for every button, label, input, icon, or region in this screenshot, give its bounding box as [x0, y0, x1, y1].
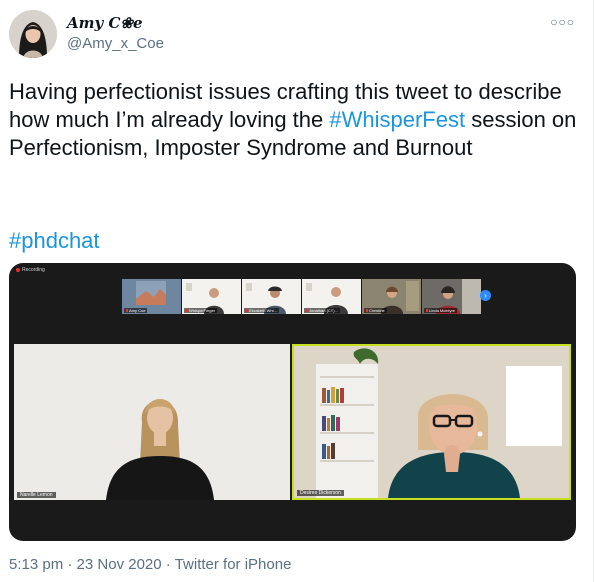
meta-separator: ·: [161, 556, 175, 573]
author-handle[interactable]: @Amy_x_Coe: [67, 35, 164, 52]
recording-indicator: Recording: [16, 267, 45, 273]
tweet-media-image[interactable]: Recording Amy Coe WhisperFinger Elizabet…: [9, 263, 576, 541]
mic-muted-icon: [186, 309, 188, 312]
tweet-text: Having perfectionist issues crafting thi…: [9, 78, 584, 162]
participant-thumbnail: Christine: [362, 279, 421, 314]
participant-thumbnail: Linda Mcintyre: [422, 279, 481, 314]
video-tile-active-speaker: Desiree Dickerson: [292, 344, 571, 500]
video-tile-left: Narelle Lemon: [14, 344, 290, 500]
mic-muted-icon: [246, 309, 248, 312]
participant-name: Linda Mcintyre: [424, 308, 458, 313]
tweet-source[interactable]: Twitter for iPhone: [175, 556, 292, 573]
participant-name: Amy Coe: [124, 308, 148, 313]
participant-thumbnail: Elizabeth Whi...: [242, 279, 301, 314]
author-avatar[interactable]: [9, 10, 57, 58]
participant-name: Jonathan (CT)...: [304, 308, 340, 313]
recording-label: Recording: [22, 267, 45, 273]
hashtag-phdchat-link[interactable]: #phdchat: [9, 227, 100, 255]
author-display-name[interactable]: Amy C❀e: [67, 14, 143, 32]
participant-name: Elizabeth Whi...: [244, 308, 279, 313]
participant-name: Desiree Dickerson: [297, 490, 344, 496]
meta-separator: ·: [63, 556, 77, 573]
participant-thumbnail: WhisperFinger: [182, 279, 241, 314]
participant-thumbnail: Jonathan (CT)...: [302, 279, 361, 314]
mic-muted-icon: [366, 309, 368, 312]
tweet-date[interactable]: 23 Nov 2020: [77, 556, 162, 573]
tweet-metadata: 5:13 pm · 23 Nov 2020 · Twitter for iPho…: [9, 556, 291, 573]
mic-muted-icon: [306, 309, 308, 312]
recording-dot-icon: [16, 268, 20, 272]
participant-name: Narelle Lemon: [17, 492, 56, 498]
tweet-card: Amy C❀e @Amy_x_Coe ○○○ Having perfection…: [0, 0, 594, 582]
hashtag-whisperfest-link[interactable]: #WhisperFest: [329, 107, 465, 132]
tweet-time[interactable]: 5:13 pm: [9, 556, 63, 573]
next-page-arrow-icon[interactable]: ›: [480, 290, 491, 301]
mic-muted-icon: [126, 309, 128, 312]
participant-thumbnail: Amy Coe: [122, 279, 181, 314]
participant-name: WhisperFinger: [184, 308, 218, 313]
participant-name: Christine: [364, 308, 387, 313]
mic-muted-icon: [426, 309, 428, 312]
more-horizontal-icon[interactable]: ○○○: [550, 15, 575, 29]
participant-strip: Amy Coe WhisperFinger Elizabeth Whi... J…: [122, 279, 481, 315]
